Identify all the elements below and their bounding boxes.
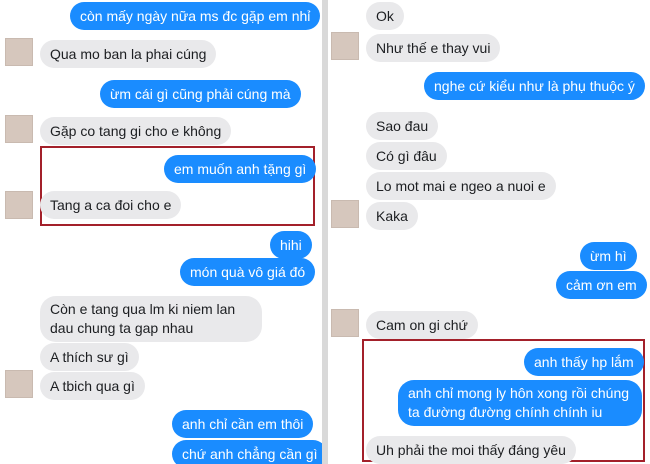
message-outgoing: hihi [270,231,312,259]
message-incoming: A tbich qua gì [40,372,145,400]
message-outgoing: em muốn anh tặng gì [164,155,317,183]
message-incoming: Cam on gi chứ [366,311,478,339]
avatar [331,200,359,228]
chat-screenshot-right: Ok Như thế e thay vui nghe cứ kiểu như l… [328,0,650,464]
message-outgoing: ừm cái gì cũng phải cúng mà [100,80,301,108]
message-outgoing: anh thấy hp lắm [524,348,644,376]
message-outgoing: anh chỉ cần em thôi [172,410,314,438]
message-outgoing: nghe cứ kiểu như là phụ thuộc ý [424,72,645,100]
message-incoming: A thích sư gì [40,343,139,371]
message-incoming: Sao đau [366,112,439,140]
message-incoming: Như thế e thay vui [366,34,501,62]
message-outgoing: ừm hì [580,242,637,270]
message-incoming: Qua mo ban la phai cúng [40,40,217,68]
chat-screenshot-left: còn mấy ngày nữa ms đc gặp em nhỉ Qua mo… [0,0,322,464]
message-outgoing: anh chỉ mong ly hôn xong rồi chúng ta đư… [398,380,642,439]
message-incoming: Gặp co tang gi cho e không [40,117,232,145]
message-incoming: Ok [366,2,404,30]
message-incoming: Tang a ca đoi cho e [40,191,182,219]
message-incoming: Có gì đâu [366,142,447,170]
message-outgoing: chứ anh chẳng cần gì [172,440,322,464]
message-incoming: Lo mot mai e ngeo a nuoi e [366,172,556,200]
message-outgoing: cảm ơn em [556,271,647,299]
message-incoming: Uh phải the moi thấy đáng yêu [366,436,576,464]
message-outgoing: còn mấy ngày nữa ms đc gặp em nhỉ [70,2,321,30]
message-outgoing: món quà vô giá đó [180,258,316,286]
avatar [5,191,33,219]
message-incoming: Còn e tang qua lm ki niem lan dau chung … [40,296,262,342]
avatar [331,309,359,337]
message-incoming: Kaka [366,202,418,230]
avatar [331,32,359,60]
avatar [5,38,33,66]
avatar [5,115,33,143]
avatar [5,370,33,398]
